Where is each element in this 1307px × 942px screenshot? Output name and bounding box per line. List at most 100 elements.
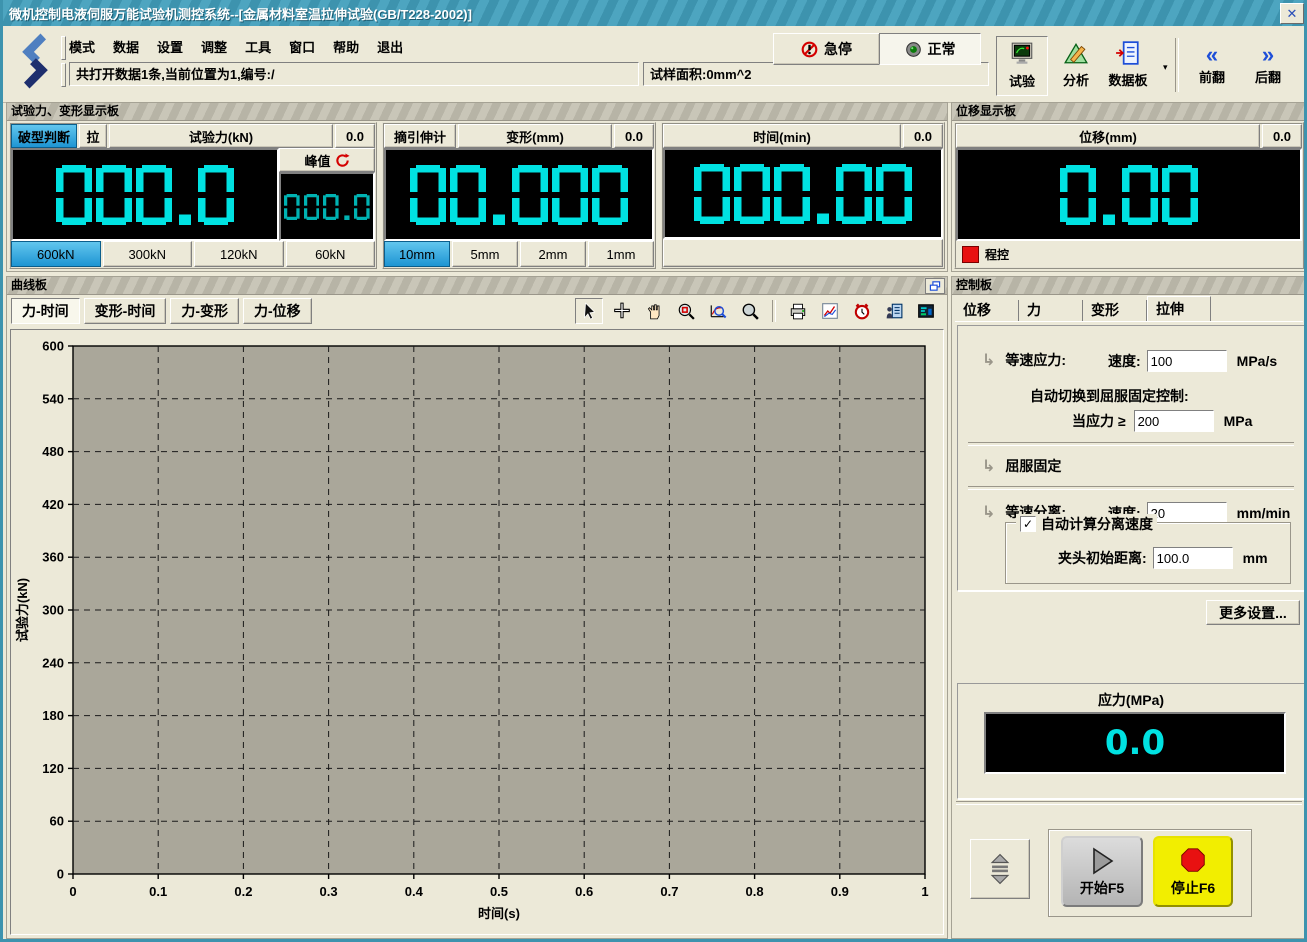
svg-text:0.8: 0.8 (746, 884, 764, 899)
program-control-row: 程控 (956, 241, 1302, 267)
run-buttons-groupbox: 开始F5 停止F6 (1048, 829, 1252, 917)
range-button-2mm[interactable]: 2mm (520, 241, 586, 267)
top-toolbar: 模式数据设置调整工具窗口帮助退出 共打开数据1条,当前位置为1,编号:/ 试样面… (3, 26, 1304, 103)
menu-item-8[interactable]: 退出 (377, 37, 403, 56)
curve-tab-变形-时间[interactable]: 变形-时间 (84, 298, 167, 324)
checkbox-check-icon: ✓ (1023, 517, 1033, 531)
grip-distance-unit: mm (1243, 550, 1268, 566)
force-channel-label: 试验力(kN) (109, 124, 333, 148)
range-button-10mm[interactable]: 10mm (384, 241, 450, 267)
zoom-region-tool-button[interactable] (673, 299, 699, 323)
divider (956, 801, 1302, 805)
range-button-1mm[interactable]: 1mm (588, 241, 654, 267)
menu-item-4[interactable]: 调整 (201, 37, 227, 56)
report-tool-button[interactable] (881, 299, 907, 323)
svg-text:0.7: 0.7 (660, 884, 678, 899)
force-led-display (11, 148, 279, 241)
panel-display-icon (917, 302, 935, 320)
menu-item-1[interactable]: 模式 (69, 37, 95, 56)
analyze-button[interactable]: 分析 (1051, 36, 1101, 94)
grip-distance-label: 夹头初始距离: (1058, 548, 1147, 568)
emergency-stop-button[interactable]: 急停 (773, 33, 880, 65)
menu-item-3[interactable]: 设置 (157, 37, 183, 56)
range-button-120kN[interactable]: 120kN (194, 241, 284, 267)
const-stress-label: 等速应力: (1005, 350, 1066, 370)
databoard-icon (1115, 41, 1141, 68)
svg-text:360: 360 (42, 550, 64, 565)
control-tab-变形[interactable]: 变形 (1083, 300, 1147, 321)
curve-tab-力-变形[interactable]: 力-变形 (170, 298, 239, 324)
curve-panel: 曲线板 力-时间变形-时间力-变形力-位移 060120180240300360… (6, 276, 948, 939)
more-settings-button[interactable]: 更多设置... (1206, 600, 1300, 625)
displacement-led-digits (1060, 165, 1198, 225)
displacement-panel-title: 位移显示板 (952, 103, 1306, 121)
grip-distance-input[interactable] (1153, 547, 1233, 569)
test-button[interactable]: 试验 (996, 36, 1048, 96)
close-button[interactable]: ✕ (1280, 3, 1304, 24)
deform-range-buttons: 10mm5mm2mm1mm (384, 241, 654, 267)
curve-tab-力-位移[interactable]: 力-位移 (243, 298, 312, 324)
databoard-dropdown-arrow[interactable]: ▾ (1163, 62, 1168, 73)
force-deform-display-panel: 试验力、变形显示板 破型判断 拉 试验力(kN) 0.0 峰值 (6, 102, 948, 272)
control-tab-力[interactable]: 力 (1019, 300, 1083, 321)
menu-item-6[interactable]: 窗口 (289, 37, 315, 56)
switch-stress-input[interactable] (1134, 410, 1214, 432)
crosshair-tool-button[interactable] (609, 299, 635, 323)
magnifier-icon (741, 302, 759, 320)
curve-tab-力-时间[interactable]: 力-时间 (11, 298, 80, 324)
pan-hand-icon (645, 302, 663, 320)
displacement-panel: 位移显示板 位移(mm) 0.0 程控 (951, 102, 1307, 272)
restore-panel-button[interactable] (925, 278, 945, 294)
control-tab-位移[interactable]: 位移 (955, 300, 1019, 321)
range-button-300kN[interactable]: 300kN (103, 241, 193, 267)
grip-distance-row: 夹头初始距离: mm (1058, 547, 1268, 569)
data-status-field: 共打开数据1条,当前位置为1,编号:/ (69, 62, 639, 86)
chart-svg: 06012018024030036042048054060000.10.20.3… (11, 330, 943, 934)
panel-display-tool-button[interactable] (913, 299, 939, 323)
svg-text:420: 420 (42, 497, 64, 512)
pull-direction-button[interactable]: 拉 (79, 124, 107, 148)
analyze-icon (1063, 41, 1089, 68)
control-tab-拉伸[interactable]: 拉伸 (1147, 296, 1211, 321)
zoom-curve-tool-button[interactable] (705, 299, 731, 323)
const-stress-speed-input[interactable] (1147, 350, 1227, 372)
page-next-label: 后翻 (1255, 67, 1281, 86)
magnifier-tool-button[interactable] (737, 299, 763, 323)
range-button-60kN[interactable]: 60kN (286, 241, 376, 267)
curve-setup-tool-button[interactable] (817, 299, 843, 323)
pan-hand-tool-button[interactable] (641, 299, 667, 323)
start-button[interactable]: 开始F5 (1061, 836, 1143, 907)
range-button-5mm[interactable]: 5mm (452, 241, 518, 267)
alarm-clock-tool-button[interactable] (849, 299, 875, 323)
menu-item-2[interactable]: 数据 (113, 37, 139, 56)
stop-button-label: 停止F6 (1171, 878, 1215, 898)
jog-up-down-button[interactable] (970, 839, 1030, 899)
emergency-stop-label: 急停 (824, 39, 852, 59)
break-judge-button[interactable]: 破型判断 (11, 124, 77, 148)
zoom-curve-icon (709, 302, 727, 320)
auto-calc-label: 自动计算分离速度 (1041, 514, 1153, 534)
stop-button[interactable]: 停止F6 (1153, 836, 1233, 907)
auto-calc-checkbox[interactable]: ✓ (1020, 516, 1036, 532)
svg-text:试验力(kN): 试验力(kN) (15, 578, 30, 642)
separation-speed-input[interactable] (1147, 502, 1227, 524)
page-next-button[interactable]: »后翻 (1243, 36, 1293, 94)
menu-item-7[interactable]: 帮助 (333, 37, 359, 56)
normal-status-button[interactable]: 正常 (879, 33, 981, 65)
stop-octagon-icon (1176, 846, 1210, 876)
svg-text:480: 480 (42, 444, 64, 459)
force-small-value: 0.0 (335, 124, 375, 148)
menu-item-5[interactable]: 工具 (245, 37, 271, 56)
page-prev-button[interactable]: «前翻 (1187, 36, 1237, 94)
divider (968, 486, 1294, 490)
databoard-button[interactable]: 数据板 (1103, 36, 1153, 94)
print-tool-button[interactable] (785, 299, 811, 323)
peak-button[interactable]: 峰值 (279, 148, 375, 172)
window-title: 微机控制电液伺服万能试验机测控系统--[金属材料室温拉伸试验(GB/T228-2… (3, 4, 472, 23)
control-panel-title: 控制板 (952, 277, 1306, 295)
extensometer-remove-button[interactable]: 摘引伸计 (384, 124, 456, 148)
range-button-600kN[interactable]: 600kN (11, 241, 101, 267)
stress-led-display: 0.0 (984, 712, 1286, 774)
cursor-tool-button[interactable] (575, 298, 603, 324)
time-led-display (663, 148, 943, 239)
